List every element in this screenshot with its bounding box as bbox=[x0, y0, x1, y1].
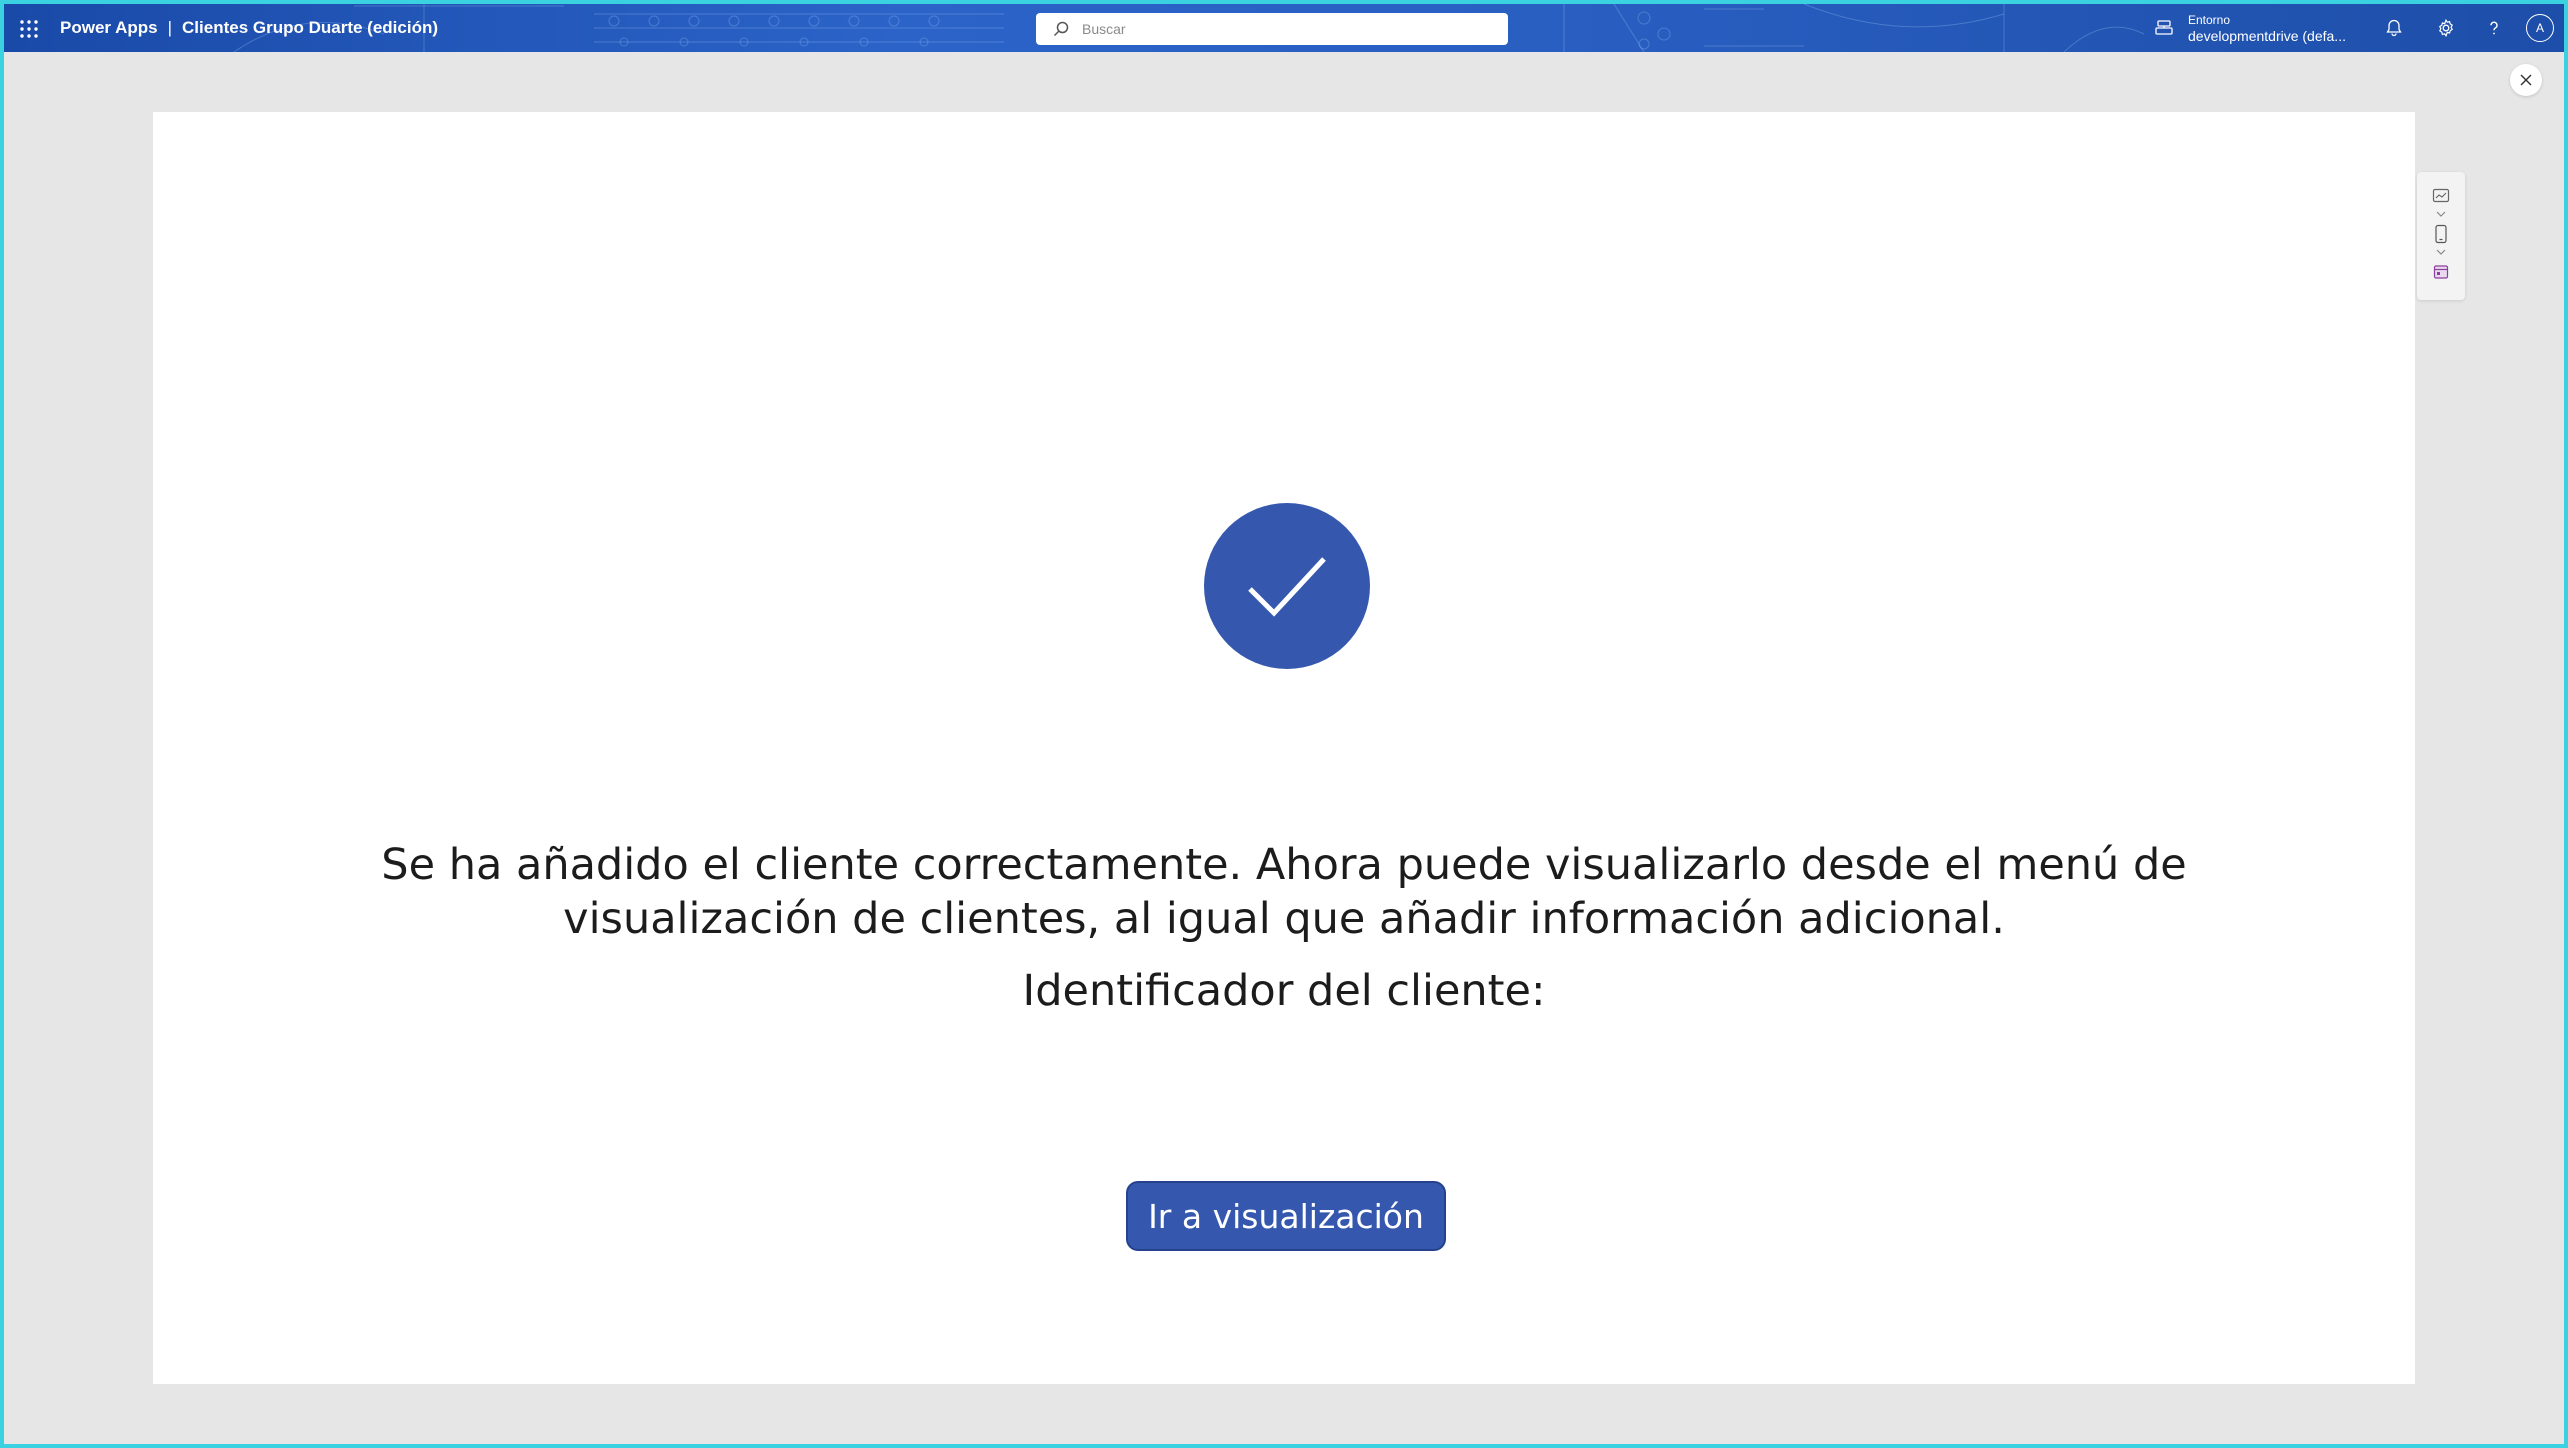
calendar-icon[interactable] bbox=[2431, 262, 2451, 282]
search-icon bbox=[1053, 21, 1069, 37]
environment-label: Entorno bbox=[2188, 13, 2231, 27]
chevron-down-icon[interactable] bbox=[2435, 248, 2447, 256]
bell-icon bbox=[2386, 19, 2402, 37]
go-to-view-button[interactable]: Ir a visualización bbox=[1126, 1181, 1446, 1251]
notifications-button[interactable] bbox=[2380, 14, 2408, 42]
header-bar: Power Apps | Clientes Grupo Duarte (edic… bbox=[4, 4, 2564, 52]
app-title: Clientes Grupo Duarte (edición) bbox=[182, 18, 439, 37]
environment-icon bbox=[2155, 20, 2173, 35]
search-input[interactable] bbox=[1080, 20, 1464, 38]
phone-preview-icon[interactable] bbox=[2431, 224, 2451, 244]
app-window: Power Apps | Clientes Grupo Duarte (edic… bbox=[4, 4, 2564, 1444]
environment-selector[interactable]: Entorno developmentdrive (defa... bbox=[2154, 10, 2348, 46]
search-box[interactable] bbox=[1036, 13, 1508, 45]
app-screen: Se ha añadido el cliente correctamente. … bbox=[153, 112, 2415, 1384]
product-name[interactable]: Power Apps bbox=[60, 18, 158, 38]
environment-value: developmentdrive (defa... bbox=[2188, 28, 2346, 44]
client-identifier-label: Identificador del cliente: bbox=[1022, 966, 1546, 1016]
help-button[interactable] bbox=[2480, 14, 2508, 42]
avatar[interactable]: A bbox=[2526, 14, 2554, 42]
success-message: Se ha añadido el cliente correctamente. … bbox=[381, 840, 2187, 944]
help-icon bbox=[2490, 21, 2498, 35]
close-button[interactable] bbox=[2510, 64, 2542, 96]
success-check-icon bbox=[1204, 503, 1370, 669]
screen-layout-icon[interactable] bbox=[2431, 186, 2451, 206]
settings-button[interactable] bbox=[2432, 14, 2460, 42]
waffle-icon[interactable] bbox=[18, 18, 40, 40]
chevron-down-icon[interactable] bbox=[2435, 210, 2447, 218]
gear-icon bbox=[2439, 18, 2453, 38]
side-toolbar bbox=[2417, 172, 2465, 300]
app-breadcrumb: Power Apps | Clientes Grupo Duarte (edic… bbox=[60, 4, 438, 52]
breadcrumb-separator: | bbox=[167, 18, 173, 37]
close-icon bbox=[2520, 74, 2532, 86]
